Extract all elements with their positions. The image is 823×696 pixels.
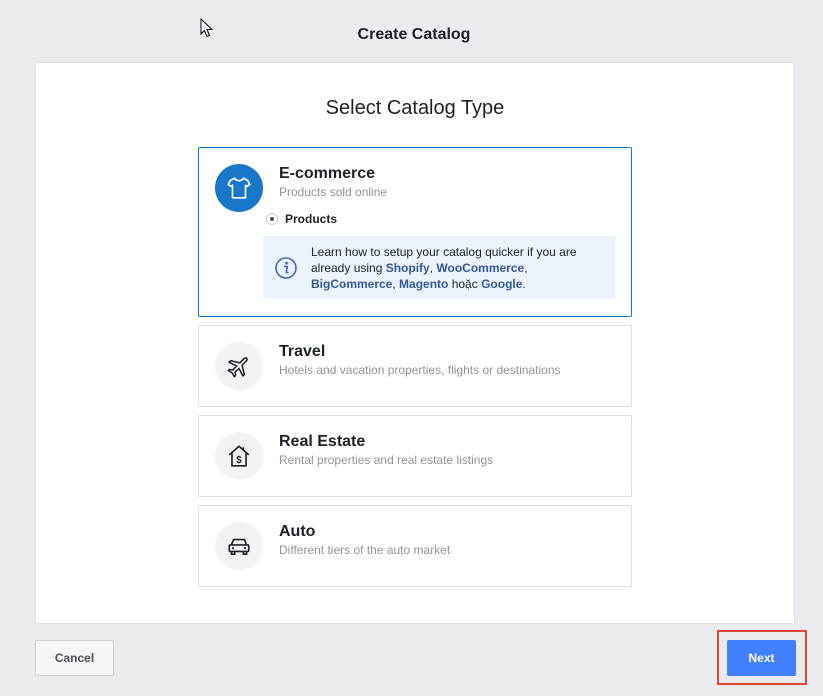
option-title: Auto: [279, 523, 316, 540]
option-subtitle: Different tiers of the auto market: [279, 543, 451, 557]
catalog-option-travel[interactable]: Travel Hotels and vacation properties, f…: [198, 325, 632, 407]
option-subtitle: Hotels and vacation properties, flights …: [279, 363, 561, 377]
catalog-type-panel: Select Catalog Type E-commerce Products …: [35, 62, 795, 624]
info-line: already using: [311, 261, 386, 275]
catalog-option-real-estate[interactable]: $ Real Estate Rental properties and real…: [198, 415, 632, 497]
option-title: Real Estate: [279, 433, 366, 450]
magento-link[interactable]: Magento: [399, 277, 448, 291]
tshirt-icon: [215, 164, 263, 212]
house-dollar-icon: $: [215, 432, 263, 480]
svg-text:$: $: [236, 455, 242, 466]
info-text: Learn how to setup your catalog quicker …: [311, 244, 607, 292]
separator: ,: [524, 261, 528, 275]
page-title: Create Catalog: [357, 26, 471, 43]
cancel-button[interactable]: Cancel: [35, 640, 114, 676]
next-button[interactable]: Next: [727, 640, 796, 676]
catalog-option-auto[interactable]: Auto Different tiers of the auto market: [198, 505, 632, 587]
option-title: Travel: [279, 343, 326, 360]
connector-text: hoặc: [448, 277, 482, 291]
option-subtitle: Rental properties and real estate listin…: [279, 453, 494, 467]
radio-button[interactable]: [266, 213, 278, 225]
option-subtitle: Products sold online: [279, 185, 388, 199]
products-radio-option[interactable]: Products: [266, 212, 337, 226]
panel-heading: Select Catalog Type: [325, 97, 505, 119]
woocommerce-link[interactable]: WooCommerce: [436, 261, 524, 275]
separator: .: [522, 277, 526, 291]
airplane-icon: [215, 342, 263, 390]
info-line: Learn how to setup your catalog quicker …: [311, 245, 577, 259]
info-box: Learn how to setup your catalog quicker …: [263, 236, 615, 299]
info-icon: [275, 257, 297, 279]
radio-label: Products: [285, 212, 338, 226]
bigcommerce-link[interactable]: BigCommerce: [311, 277, 392, 291]
car-icon: [215, 522, 263, 570]
google-link[interactable]: Google: [481, 277, 522, 291]
catalog-option-ecommerce[interactable]: E-commerce Products sold online Products…: [198, 147, 632, 317]
shopify-link[interactable]: Shopify: [386, 261, 430, 275]
option-title: E-commerce: [279, 165, 376, 182]
